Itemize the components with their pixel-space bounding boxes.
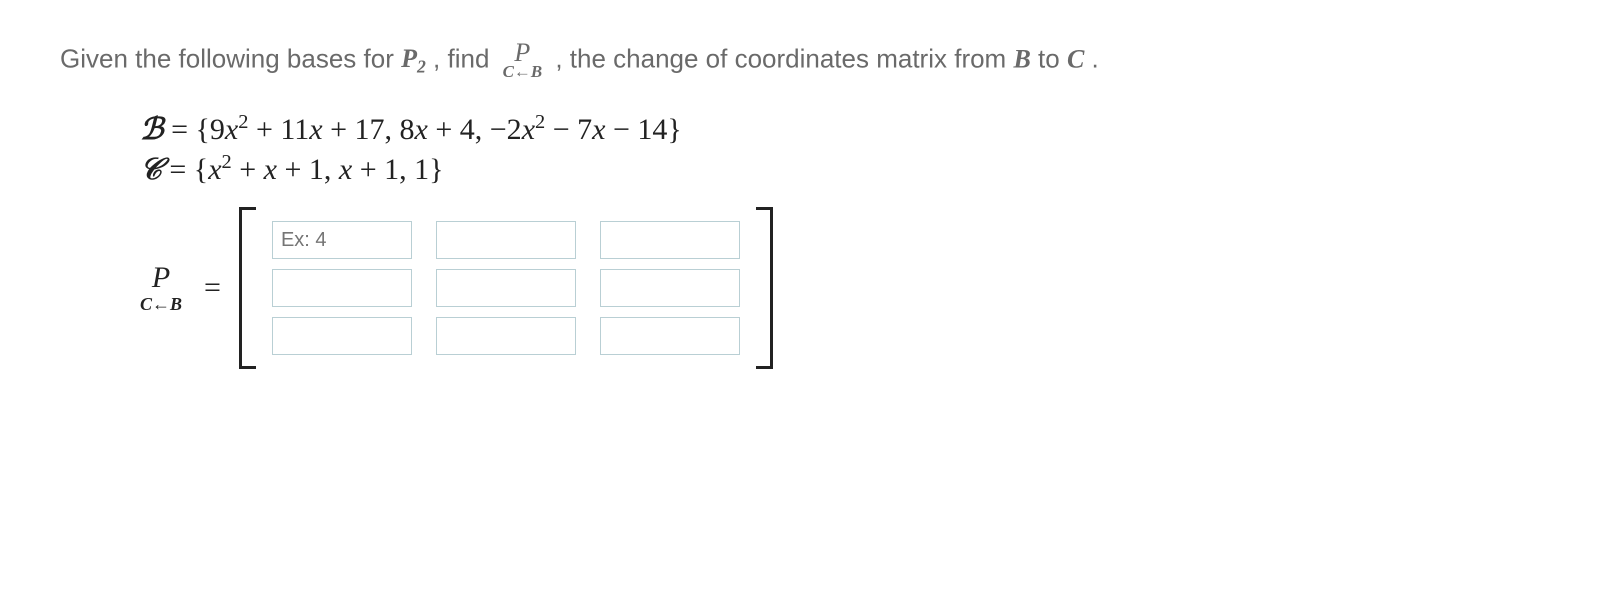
matrix-cell-2-1[interactable] [436, 317, 576, 355]
symbol-P-CB: P C←B [503, 40, 542, 81]
matrix-cell-1-2[interactable] [600, 269, 740, 307]
matrix-cell-1-0[interactable] [272, 269, 412, 307]
symbol-B: B [1013, 44, 1030, 73]
matrix-cell-2-0[interactable] [272, 317, 412, 355]
q-t2: , find [433, 43, 497, 73]
q-t1: Given the following bases for [60, 43, 401, 73]
symbol-C: C [1067, 44, 1084, 73]
matrix-cell-2-2[interactable] [600, 317, 740, 355]
matrix-label: P C←B [140, 263, 182, 313]
basis-C: 𝒞 = {x2 + x + 1, x + 1, 1} [140, 151, 1546, 187]
matrix-bracket [239, 207, 773, 369]
matrix-cell-0-2[interactable] [600, 221, 740, 259]
bracket-right [756, 207, 773, 369]
question-text: Given the following bases for P2 , find … [60, 40, 1546, 81]
equals-sign: = [204, 271, 221, 305]
matrix-grid [256, 207, 756, 369]
bases-block: ℬ = {9x2 + 11x + 17, 8x + 4, −2x2 − 7x −… [140, 111, 1546, 187]
q-t4: to [1038, 43, 1067, 73]
symbol-P2: P2 [401, 44, 426, 73]
q-t5: . [1092, 43, 1099, 73]
basis-B: ℬ = {9x2 + 11x + 17, 8x + 4, −2x2 − 7x −… [140, 111, 1546, 147]
matrix-cell-0-1[interactable] [436, 221, 576, 259]
matrix-area: P C←B = [140, 207, 1546, 369]
matrix-cell-1-1[interactable] [436, 269, 576, 307]
q-t3: , the change of coordinates matrix from [555, 43, 1013, 73]
bracket-left [239, 207, 256, 369]
matrix-cell-0-0[interactable] [272, 221, 412, 259]
